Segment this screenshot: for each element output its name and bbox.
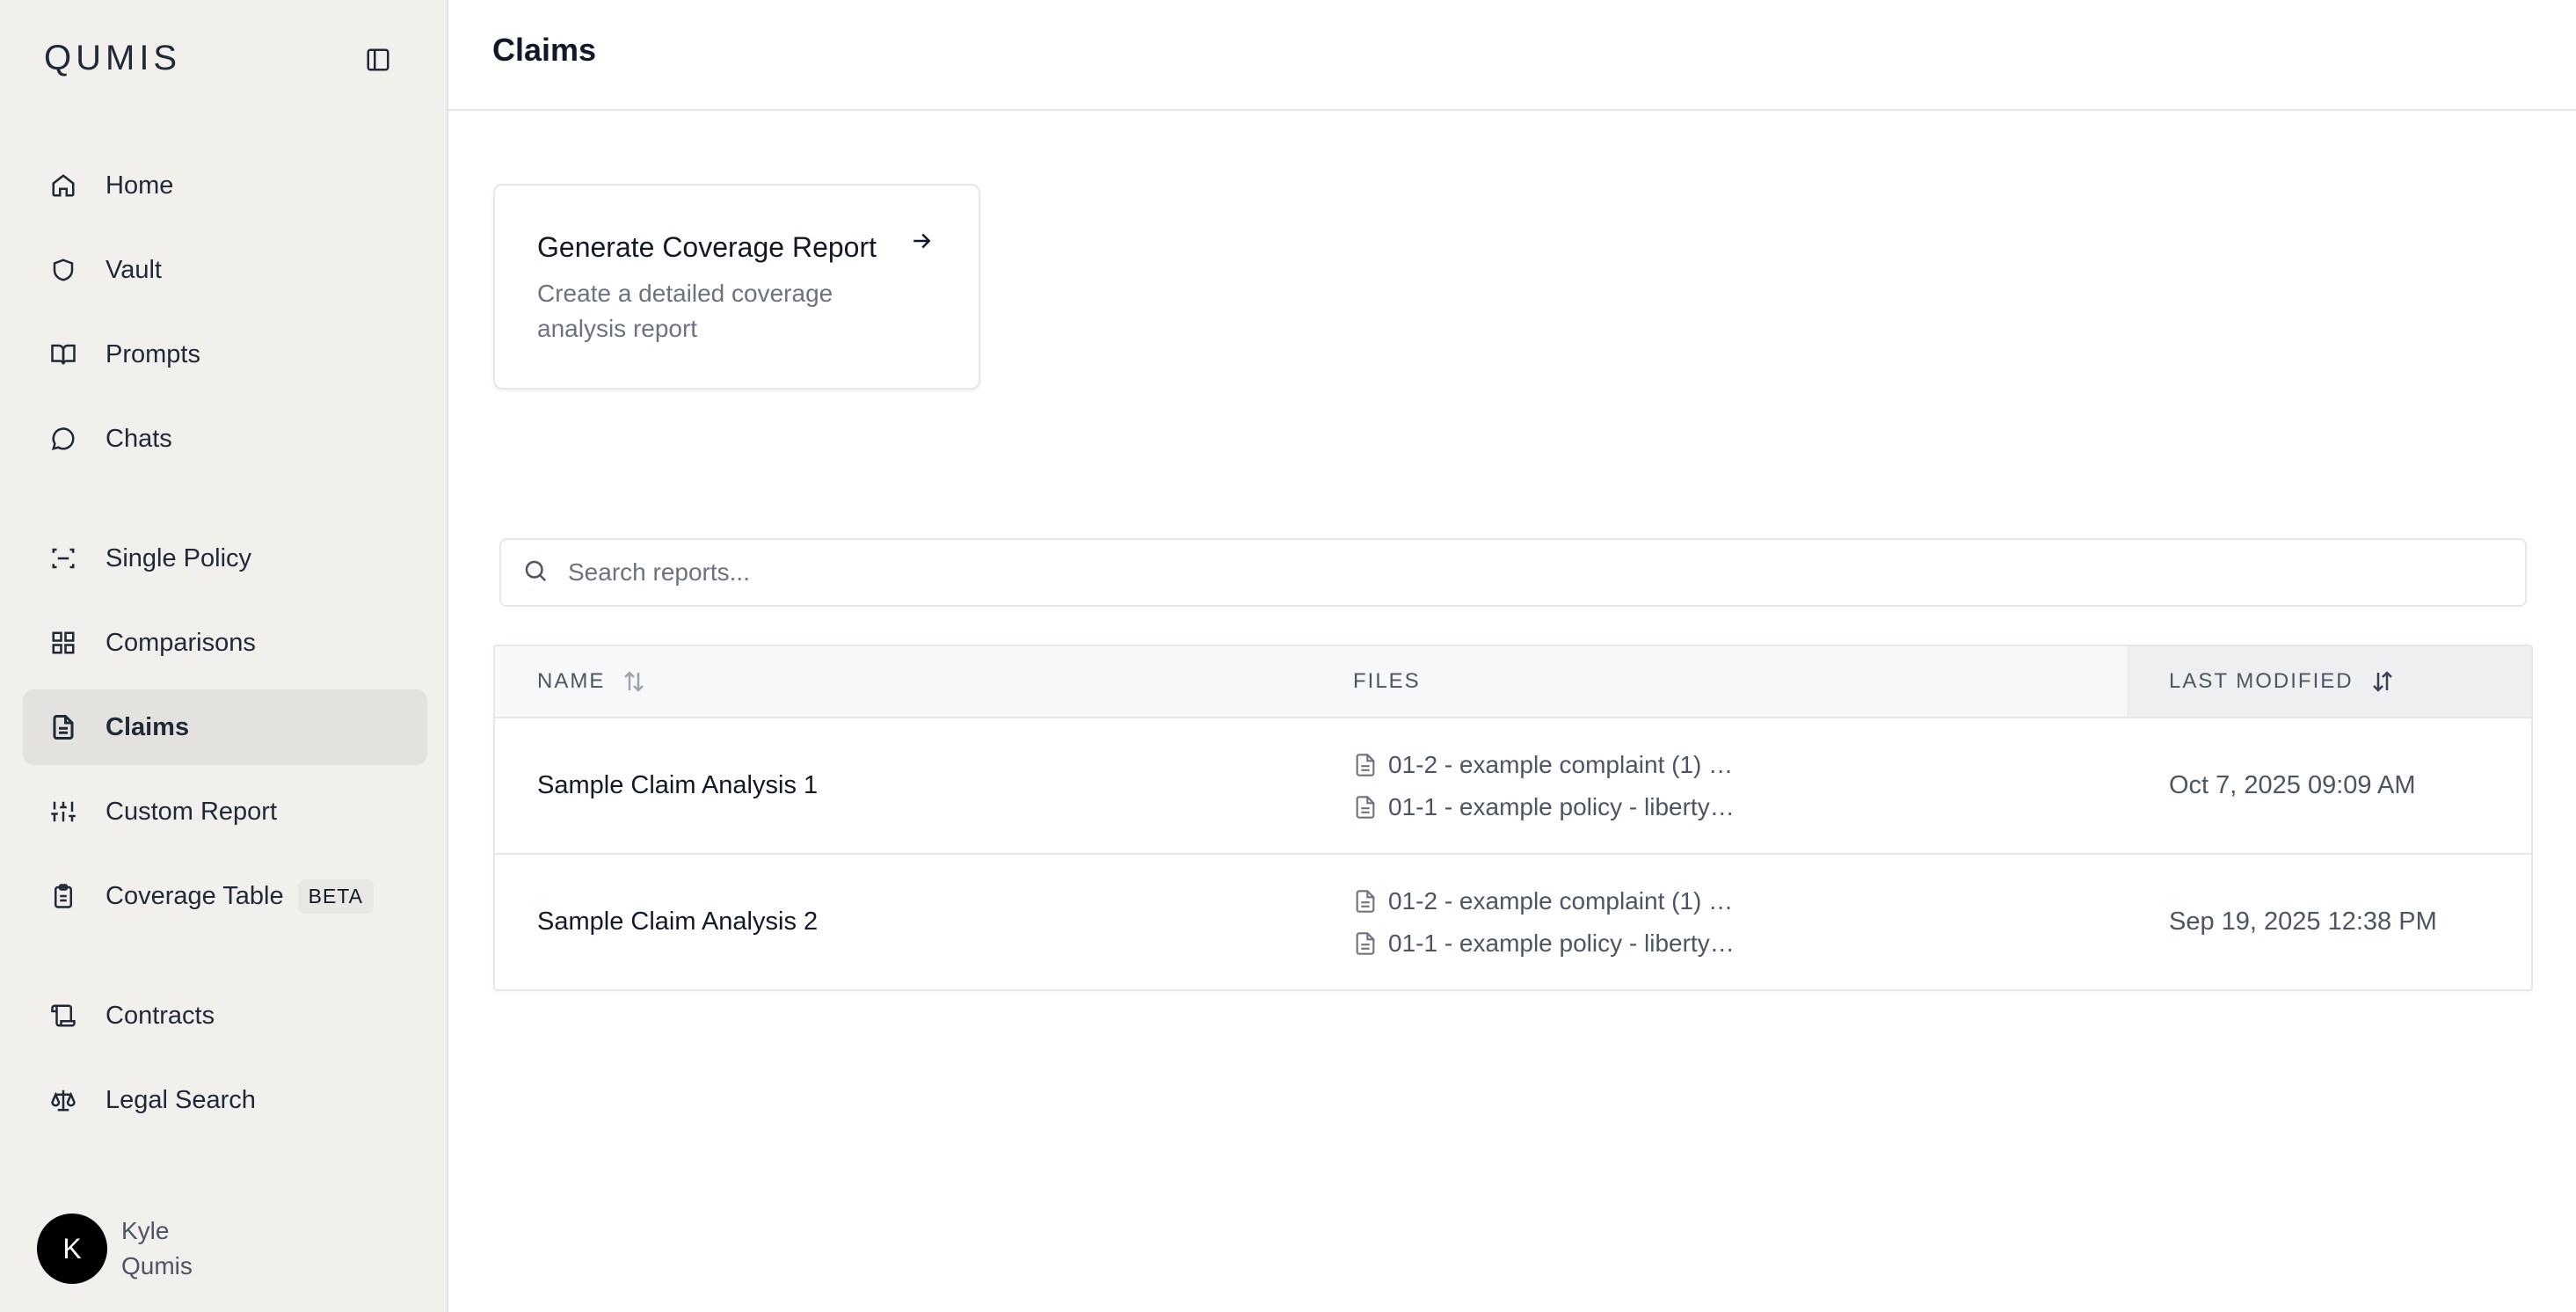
chat-bubble-icon bbox=[47, 423, 79, 455]
sidebar-item-label: Custom Report bbox=[106, 797, 278, 826]
row-last-modified: Sep 19, 2025 12:38 PM bbox=[2169, 907, 2437, 936]
sidebar-item-home[interactable]: Home bbox=[23, 148, 427, 223]
table-row[interactable]: Sample Claim Analysis 2 01-2 - example c… bbox=[495, 855, 2531, 989]
column-header-label: NAME bbox=[537, 669, 606, 693]
row-files: 01-2 - example complaint (1) … 01-1 - ex… bbox=[1311, 718, 2127, 853]
beta-badge: BETA bbox=[297, 878, 374, 914]
document-icon bbox=[47, 711, 79, 743]
file-item: 01-1 - example policy - liberty… bbox=[1353, 786, 1735, 828]
file-name: 01-2 - example complaint (1) … bbox=[1388, 886, 1734, 915]
user-name: Kyle Qumis bbox=[121, 1214, 193, 1284]
file-icon bbox=[1353, 889, 1378, 914]
sidebar-item-prompts[interactable]: Prompts bbox=[23, 317, 427, 392]
sidebar-toggle-button[interactable] bbox=[360, 42, 396, 77]
search-box[interactable] bbox=[499, 538, 2527, 607]
table-header: NAME FILES LAST MODIFIED bbox=[495, 646, 2531, 718]
column-header-last-modified[interactable]: LAST MODIFIED bbox=[2127, 646, 2531, 717]
sidebar-item-label: Prompts bbox=[106, 339, 200, 368]
file-icon bbox=[1353, 931, 1378, 956]
row-name: Sample Claim Analysis 2 bbox=[537, 907, 819, 936]
book-icon bbox=[47, 339, 79, 370]
file-item: 01-2 - example complaint (1) … bbox=[1353, 744, 1733, 786]
file-icon bbox=[1353, 753, 1378, 777]
avatar: K bbox=[37, 1214, 107, 1284]
user-profile[interactable]: K Kyle Qumis bbox=[37, 1214, 193, 1284]
sidebar-item-legal-search[interactable]: Legal Search bbox=[23, 1062, 427, 1138]
scale-icon bbox=[47, 1084, 79, 1116]
scan-icon bbox=[47, 543, 79, 574]
user-last-name: Qumis bbox=[121, 1252, 193, 1279]
card-description: Create a detailed coverage analysis repo… bbox=[537, 280, 833, 342]
search-icon bbox=[522, 558, 549, 588]
sidebar-item-label: Chats bbox=[106, 424, 172, 453]
sort-descending-icon[interactable] bbox=[2369, 668, 2396, 695]
clipboard-icon bbox=[47, 880, 79, 912]
home-icon bbox=[47, 170, 79, 201]
row-last-modified: Oct 7, 2025 09:09 AM bbox=[2169, 771, 2416, 799]
card-title: Generate Coverage Report bbox=[537, 231, 877, 263]
sidebar-item-coverage-table[interactable]: Coverage Table BETA bbox=[23, 858, 427, 934]
sidebar-item-claims[interactable]: Claims bbox=[23, 689, 427, 765]
shield-icon bbox=[47, 254, 79, 286]
sidebar-item-chats[interactable]: Chats bbox=[23, 401, 427, 477]
sidebar-item-label: Claims bbox=[106, 712, 190, 741]
column-header-name[interactable]: NAME bbox=[495, 646, 1311, 717]
sidebar: QUMIS Home Vault Prompts Chats Single Po… bbox=[0, 0, 448, 1312]
sidebar-item-vault[interactable]: Vault bbox=[23, 232, 427, 308]
file-item: 01-2 - example complaint (1) … bbox=[1353, 880, 1733, 922]
sidebar-item-label: Comparisons bbox=[106, 628, 256, 657]
reports-table: NAME FILES LAST MODIFIED Sample Claim An… bbox=[493, 645, 2533, 991]
sidebar-item-label: Coverage Table bbox=[106, 881, 284, 910]
column-header-label: FILES bbox=[1353, 669, 1421, 693]
file-icon bbox=[1353, 795, 1378, 820]
sidebar-item-single-policy[interactable]: Single Policy bbox=[23, 521, 427, 596]
file-name: 01-1 - example policy - liberty… bbox=[1388, 929, 1735, 957]
search-input[interactable] bbox=[566, 558, 2504, 587]
sidebar-item-contracts[interactable]: Contracts bbox=[23, 978, 427, 1053]
sidebar-item-label: Single Policy bbox=[106, 543, 252, 572]
user-first-name: Kyle bbox=[121, 1217, 170, 1244]
generate-coverage-report-card[interactable]: Generate Coverage Report Create a detail… bbox=[493, 184, 980, 390]
sidebar-toggle-icon bbox=[367, 48, 389, 71]
arrow-right-icon bbox=[908, 228, 935, 259]
scroll-icon bbox=[47, 1000, 79, 1031]
sort-icon[interactable] bbox=[621, 668, 647, 695]
page-title: Claims bbox=[492, 32, 597, 68]
sidebar-item-label: Vault bbox=[106, 255, 162, 284]
sidebar-item-label: Home bbox=[106, 171, 174, 200]
sliders-icon bbox=[47, 796, 79, 827]
main-content: Claims Generate Coverage Report Create a… bbox=[448, 0, 2576, 1312]
sidebar-item-label: Contracts bbox=[106, 1001, 215, 1030]
sidebar-item-comparisons[interactable]: Comparisons bbox=[23, 605, 427, 681]
file-name: 01-1 - example policy - liberty… bbox=[1388, 792, 1735, 820]
brand-logo: QUMIS bbox=[44, 39, 182, 77]
sidebar-item-label: Legal Search bbox=[106, 1085, 256, 1114]
file-name: 01-2 - example complaint (1) … bbox=[1388, 750, 1734, 778]
sidebar-item-custom-report[interactable]: Custom Report bbox=[23, 774, 427, 849]
column-header-label: LAST MODIFIED bbox=[2169, 669, 2354, 693]
grid-icon bbox=[47, 627, 79, 659]
table-row[interactable]: Sample Claim Analysis 1 01-2 - example c… bbox=[495, 718, 2531, 855]
column-header-files: FILES bbox=[1311, 646, 2127, 717]
file-item: 01-1 - example policy - liberty… bbox=[1353, 922, 1735, 965]
row-name: Sample Claim Analysis 1 bbox=[537, 771, 819, 799]
row-files: 01-2 - example complaint (1) … 01-1 - ex… bbox=[1311, 855, 2127, 989]
top-bar: Claims bbox=[448, 0, 2576, 111]
